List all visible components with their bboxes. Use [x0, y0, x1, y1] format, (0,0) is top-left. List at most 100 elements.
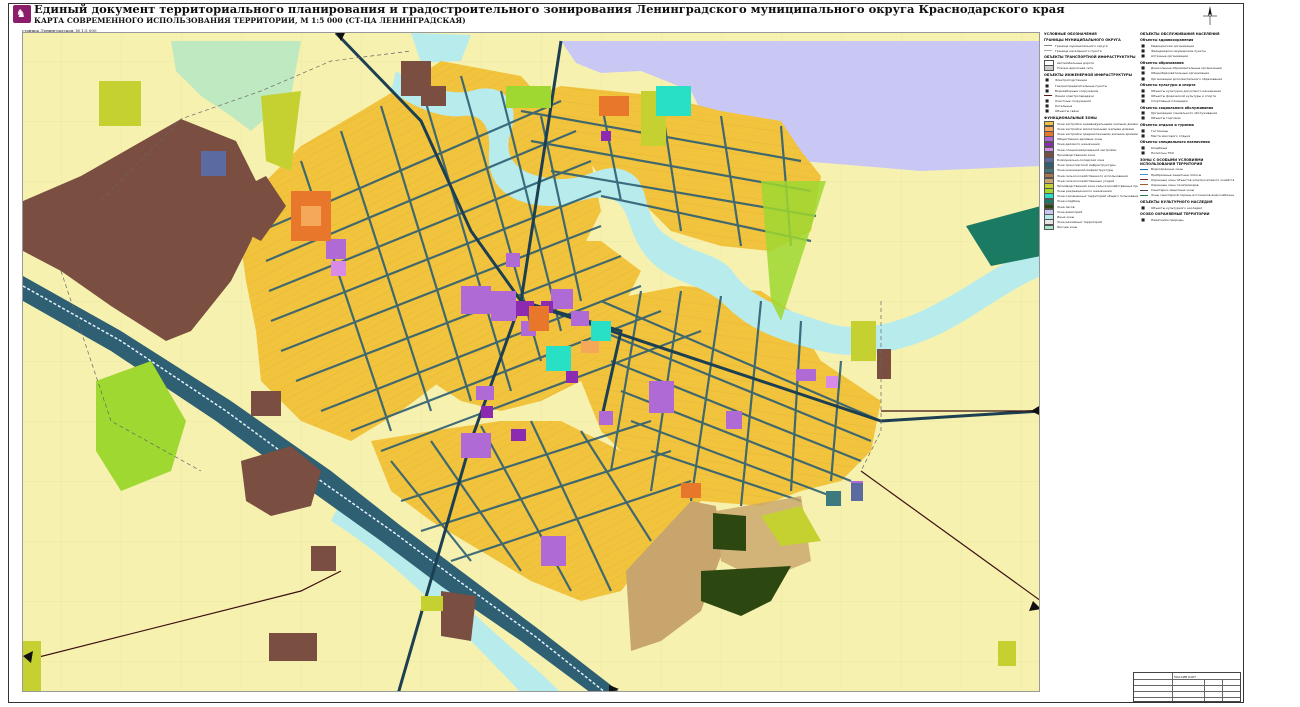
legend-item: Охранные зоны объектов электросетевого х…	[1140, 177, 1234, 182]
legend-symbol-icon: ■	[1141, 132, 1145, 138]
public-lot	[826, 376, 838, 388]
legend-item-label: Автомобильные дороги	[1057, 60, 1095, 65]
legend-item: ■ Места массового отдыха	[1140, 133, 1234, 138]
legend-section-heading: ОБЪЕКТЫ ИНЖЕНЕРНОЙ ИНФРАСТРУКТУРЫ	[1044, 72, 1133, 77]
map-subtitle: КАРТА СОВРЕМЕННОГО ИСПОЛЬЗОВАНИЯ ТЕРРИТО…	[34, 16, 466, 25]
legend-item: ■ Объекты связи	[1044, 109, 1138, 114]
legend-item-label: Медицинские организации	[1151, 43, 1195, 48]
legend-item-label: Полигоны ТКО	[1151, 151, 1174, 156]
legend-item-label: Зона сельскохозяйственного использования	[1057, 173, 1128, 178]
legend-item-label: Зоны санитарной охраны источников водосн…	[1151, 193, 1234, 198]
legend-item-label: Зона кладбищ	[1057, 199, 1080, 204]
green-public-lot	[591, 321, 611, 341]
legend-item-label: Объекты культурно-досугового назначения	[1151, 88, 1221, 93]
legend-section-heading: ОБЪЕКТЫ ОБСЛУЖИВАНИЯ НАСЕЛЕНИЯ	[1140, 32, 1220, 36]
map-title: Единый документ территориального планиро…	[34, 2, 1065, 16]
legend-item: ■ Объекты культурно-досугового назначения	[1140, 88, 1234, 93]
legend-item-label: Общественно-деловые зоны	[1057, 137, 1103, 142]
legend-item-label: Кладбища	[1151, 146, 1168, 151]
legend-section-heading: Объекты здравоохранения	[1140, 38, 1194, 42]
logo-glyph-icon: ♞	[16, 7, 26, 20]
map-canvas	[23, 33, 1039, 691]
legend-item-label: Зона специализированной застройки	[1057, 147, 1117, 152]
green-lot	[998, 641, 1016, 666]
legend-item: Зоны санитарной охраны источников водосн…	[1140, 193, 1234, 198]
legend-item-label: Места массового отдыха	[1151, 133, 1191, 138]
legend-symbol-icon: ■	[1045, 108, 1049, 114]
legend-item: ■ Дошкольные образовательные организации	[1140, 66, 1234, 71]
legend-section-heading: УСЛОВНЫЕ ОБОЗНАЧЕНИЯ	[1044, 32, 1097, 36]
legend-item-label: Котельные	[1055, 104, 1073, 109]
industrial-lot	[311, 546, 336, 571]
legend-symbol-icon: ■	[1141, 150, 1145, 156]
legend-item-label: Зоны рекреационного назначения	[1057, 189, 1112, 194]
legend-item-label: Общеобразовательные организации	[1151, 71, 1210, 76]
legend-item-label: Зона озелененных территорий общего польз…	[1057, 194, 1138, 199]
legend-item-label: Прочие зоны	[1057, 225, 1078, 230]
green-lot	[23, 641, 41, 691]
industrial-lot	[201, 151, 226, 176]
legend-item-label: Очистные сооружения	[1055, 99, 1091, 104]
legend-item-label: Граница муниципального округа	[1055, 43, 1108, 48]
legend-item-label: Иные зоны	[1057, 215, 1075, 220]
legend-section-heading: Объекты образования	[1140, 60, 1184, 65]
legend-item-label: Организации социального обслуживания	[1151, 111, 1218, 116]
legend-symbol-icon: ■	[1141, 216, 1145, 222]
legend-item-label: Зона инженерной инфраструктуры	[1057, 168, 1114, 173]
legend-line-symbol	[1140, 179, 1148, 181]
legend-item: Прочие зоны	[1044, 224, 1138, 231]
industrial-lot	[251, 391, 281, 416]
legend-symbol-icon: ■	[1141, 75, 1145, 81]
legend-item: ■ Спортивные площадки	[1140, 99, 1234, 104]
title-block-stamp: МАССИВ КАРТ	[1133, 672, 1241, 702]
legend-item: Зона сельскохозяйственного использования	[1044, 172, 1138, 179]
legend-item: ■ Полигоны ТКО	[1140, 151, 1234, 156]
legend-item-label: Зона делового назначения	[1057, 142, 1100, 147]
legend-section-heading: ЗОНЫ С ОСОБЫМИ УСЛОВИЯМИ ИСПОЛЬЗОВАНИЯ Т…	[1140, 157, 1204, 166]
green-public-lot	[546, 346, 571, 371]
green-lot	[851, 321, 876, 361]
legend-item: Граница населенного пункта	[1044, 48, 1138, 53]
legend-symbol-icon: ■	[1141, 204, 1145, 210]
legend-item-label: Граница населенного пункта	[1055, 48, 1102, 53]
industrial-lot	[421, 86, 446, 106]
green-public-lot	[826, 491, 841, 506]
legend-item-label: Водоохранные зоны	[1151, 167, 1184, 172]
legend-item-label: Зона застройки индивидуальными жилыми до…	[1057, 121, 1138, 126]
coat-of-arms-logo: ♞	[13, 5, 31, 23]
industrial-south	[441, 591, 476, 641]
legend-line-symbol	[1044, 95, 1052, 97]
legend-item: ■ Аптечные организации	[1140, 53, 1234, 58]
legend-symbol-icon: ■	[1141, 52, 1145, 58]
legend-item-label: Электроподстанции	[1055, 78, 1088, 83]
legend-item: Производственная зона сельскохозяйственн…	[1044, 183, 1138, 189]
land-use-map[interactable]	[22, 32, 1040, 692]
legend-line-symbol	[1140, 168, 1148, 170]
green-lot	[421, 596, 443, 611]
legend-item: Зона застройки индивидуальными жилыми до…	[1044, 120, 1138, 127]
legend-section-heading: ГРАНИЦЫ МУНИЦИПАЛЬНОГО ОКРУГА	[1044, 38, 1121, 42]
legend-item-label: Производственная зона сельскохозяйственн…	[1057, 183, 1138, 188]
legend-item-label: Объекты торговли	[1151, 116, 1181, 121]
legend-line-symbol	[1140, 184, 1148, 186]
legend-symbol-icon: ■	[1141, 42, 1145, 48]
legend-item-label: Спортивные площадки	[1151, 99, 1188, 104]
legend-item-label: Зона акваторий	[1057, 209, 1083, 214]
legend-line-symbol	[1044, 50, 1052, 52]
legend-item-label: Зона режимных территорий	[1057, 220, 1102, 225]
legend-item-label: Гостиницы	[1151, 128, 1169, 133]
industrial-lot	[877, 349, 891, 379]
legend-item-label: Зона сельскохозяйственных угодий	[1057, 178, 1115, 183]
legend-item-label: Зона транспортной инфраструктуры	[1057, 163, 1116, 168]
legend-section-heading: Объекты социального обслуживания	[1140, 105, 1214, 110]
legend-item-label: Зона застройки среднеэтажными жилыми дом…	[1057, 132, 1138, 137]
green-lot	[506, 86, 551, 108]
legend-symbol-icon: ■	[1045, 77, 1049, 83]
legend-column-left: УСЛОВНЫЕ ОБОЗНАЧЕНИЯ ГРАНИЦЫ МУНИЦИПАЛЬНО…	[1044, 30, 1138, 231]
legend-item: ■ Организации дополнительного образования	[1140, 76, 1234, 81]
legend-item-label: Производственная зона	[1057, 152, 1095, 157]
legend-item-label: Охранные зоны газопроводов	[1151, 182, 1199, 187]
legend-line-symbol	[1140, 174, 1148, 176]
legend-item-label: Линии электропередачи	[1055, 93, 1094, 98]
legend-item-label: Газораспределительные пункты	[1055, 83, 1108, 88]
